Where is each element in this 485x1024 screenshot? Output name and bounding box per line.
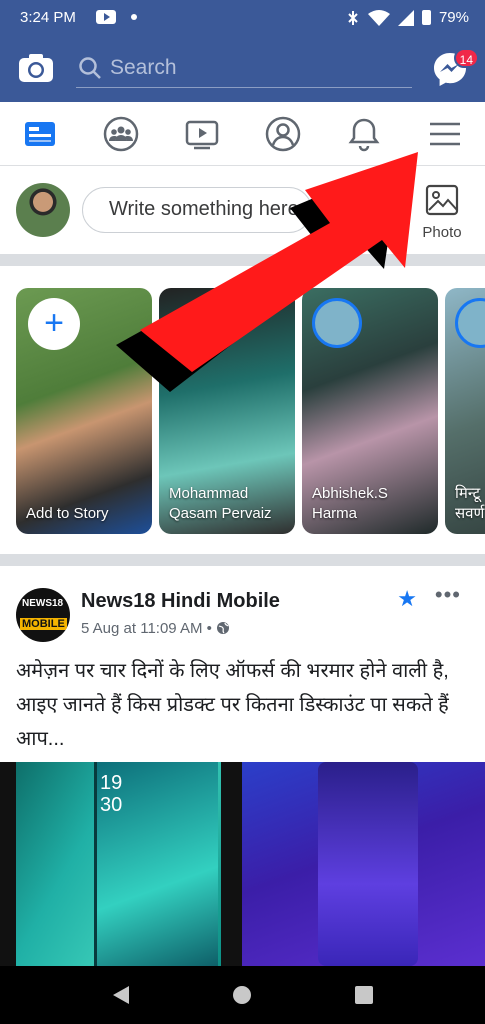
story-card[interactable]: Mohammad Qasam Pervaiz <box>159 288 295 534</box>
home-icon[interactable] <box>232 985 252 1005</box>
phone-back <box>318 762 418 966</box>
camera-icon[interactable] <box>18 53 54 83</box>
photo-button[interactable]: Photo <box>417 184 467 241</box>
phone-image-right <box>242 762 485 966</box>
status-right: 79% <box>346 9 469 26</box>
story-label: Add to Story <box>26 505 109 522</box>
back-icon[interactable] <box>111 985 131 1005</box>
logo-text: MOBILE <box>20 618 67 630</box>
phone-clock-text: 30 <box>100 794 123 816</box>
globe-icon <box>217 622 230 634</box>
nav-bar <box>0 102 485 166</box>
phone-clock-text: 19 <box>100 772 123 794</box>
notification-dot-icon <box>131 14 137 20</box>
story-label: Abhishek.S Harma <box>312 485 388 522</box>
photo-label: Photo <box>422 224 462 241</box>
user-avatar[interactable] <box>16 183 70 237</box>
recents-icon[interactable] <box>354 985 374 1005</box>
more-options-icon[interactable]: ••• <box>435 582 461 608</box>
story-label: Mohammad Qasam Pervaiz <box>169 485 272 522</box>
post-text: अमेज़न पर चार दिनों के लिए ऑफर्स की भरमा… <box>16 660 449 750</box>
system-nav-bar <box>0 966 485 1024</box>
battery-icon <box>421 10 431 25</box>
post-image[interactable]: 19 30 <box>0 762 485 966</box>
messenger-badge: 14 <box>453 48 479 68</box>
stories-tray: + Add to Story Mohammad Qasam Pervaiz Ab… <box>0 266 485 554</box>
search-bar[interactable]: Search <box>76 50 412 88</box>
news-feed-icon[interactable] <box>22 116 58 152</box>
post-meta: 5 Aug at 11:09 AM • <box>81 620 230 637</box>
feed-post: NEWS18 MOBILE News18 Hindi Mobile 5 Aug … <box>0 566 485 966</box>
divider <box>0 254 485 266</box>
status-time: 3:24 PM <box>20 9 76 26</box>
story-card-add[interactable]: + Add to Story <box>16 288 152 534</box>
story-avatar <box>312 298 362 348</box>
post-composer: Write something here Photo <box>0 166 485 254</box>
groups-icon[interactable] <box>103 116 139 152</box>
top-bar: Search 14 <box>0 36 485 102</box>
favorite-star-icon[interactable]: ★ <box>397 586 417 612</box>
write-something-input[interactable]: Write something here <box>82 187 312 233</box>
divider <box>0 554 485 566</box>
vibrate-icon <box>348 10 358 25</box>
notifications-bell-icon[interactable] <box>346 116 382 152</box>
profile-icon[interactable] <box>265 116 301 152</box>
separator-dot: • <box>206 620 217 637</box>
status-bar: 3:24 PM 79% <box>0 0 485 36</box>
page-logo[interactable]: NEWS18 MOBILE <box>16 588 70 642</box>
signal-icon <box>397 9 414 26</box>
wifi-icon <box>367 9 390 26</box>
story-card[interactable]: मिन्टू सवर्ण <box>445 288 485 534</box>
story-label: मिन्टू सवर्ण <box>455 485 485 522</box>
search-placeholder: Search <box>110 56 177 79</box>
page-name[interactable]: News18 Hindi Mobile <box>81 590 280 613</box>
logo-text: NEWS18 <box>22 598 64 609</box>
watch-icon[interactable] <box>184 116 220 152</box>
photo-icon <box>425 184 459 216</box>
story-card[interactable]: Abhishek.S Harma <box>302 288 438 534</box>
youtube-notification-icon <box>96 10 116 24</box>
menu-hamburger-icon[interactable] <box>427 116 463 152</box>
phone-image-left: 19 30 <box>16 762 221 966</box>
search-icon <box>79 57 101 79</box>
post-timestamp[interactable]: 5 Aug at 11:09 AM <box>81 620 202 637</box>
add-story-plus-icon[interactable]: + <box>28 298 80 350</box>
battery-percent: 79% <box>438 9 469 26</box>
story-avatar <box>455 298 485 348</box>
